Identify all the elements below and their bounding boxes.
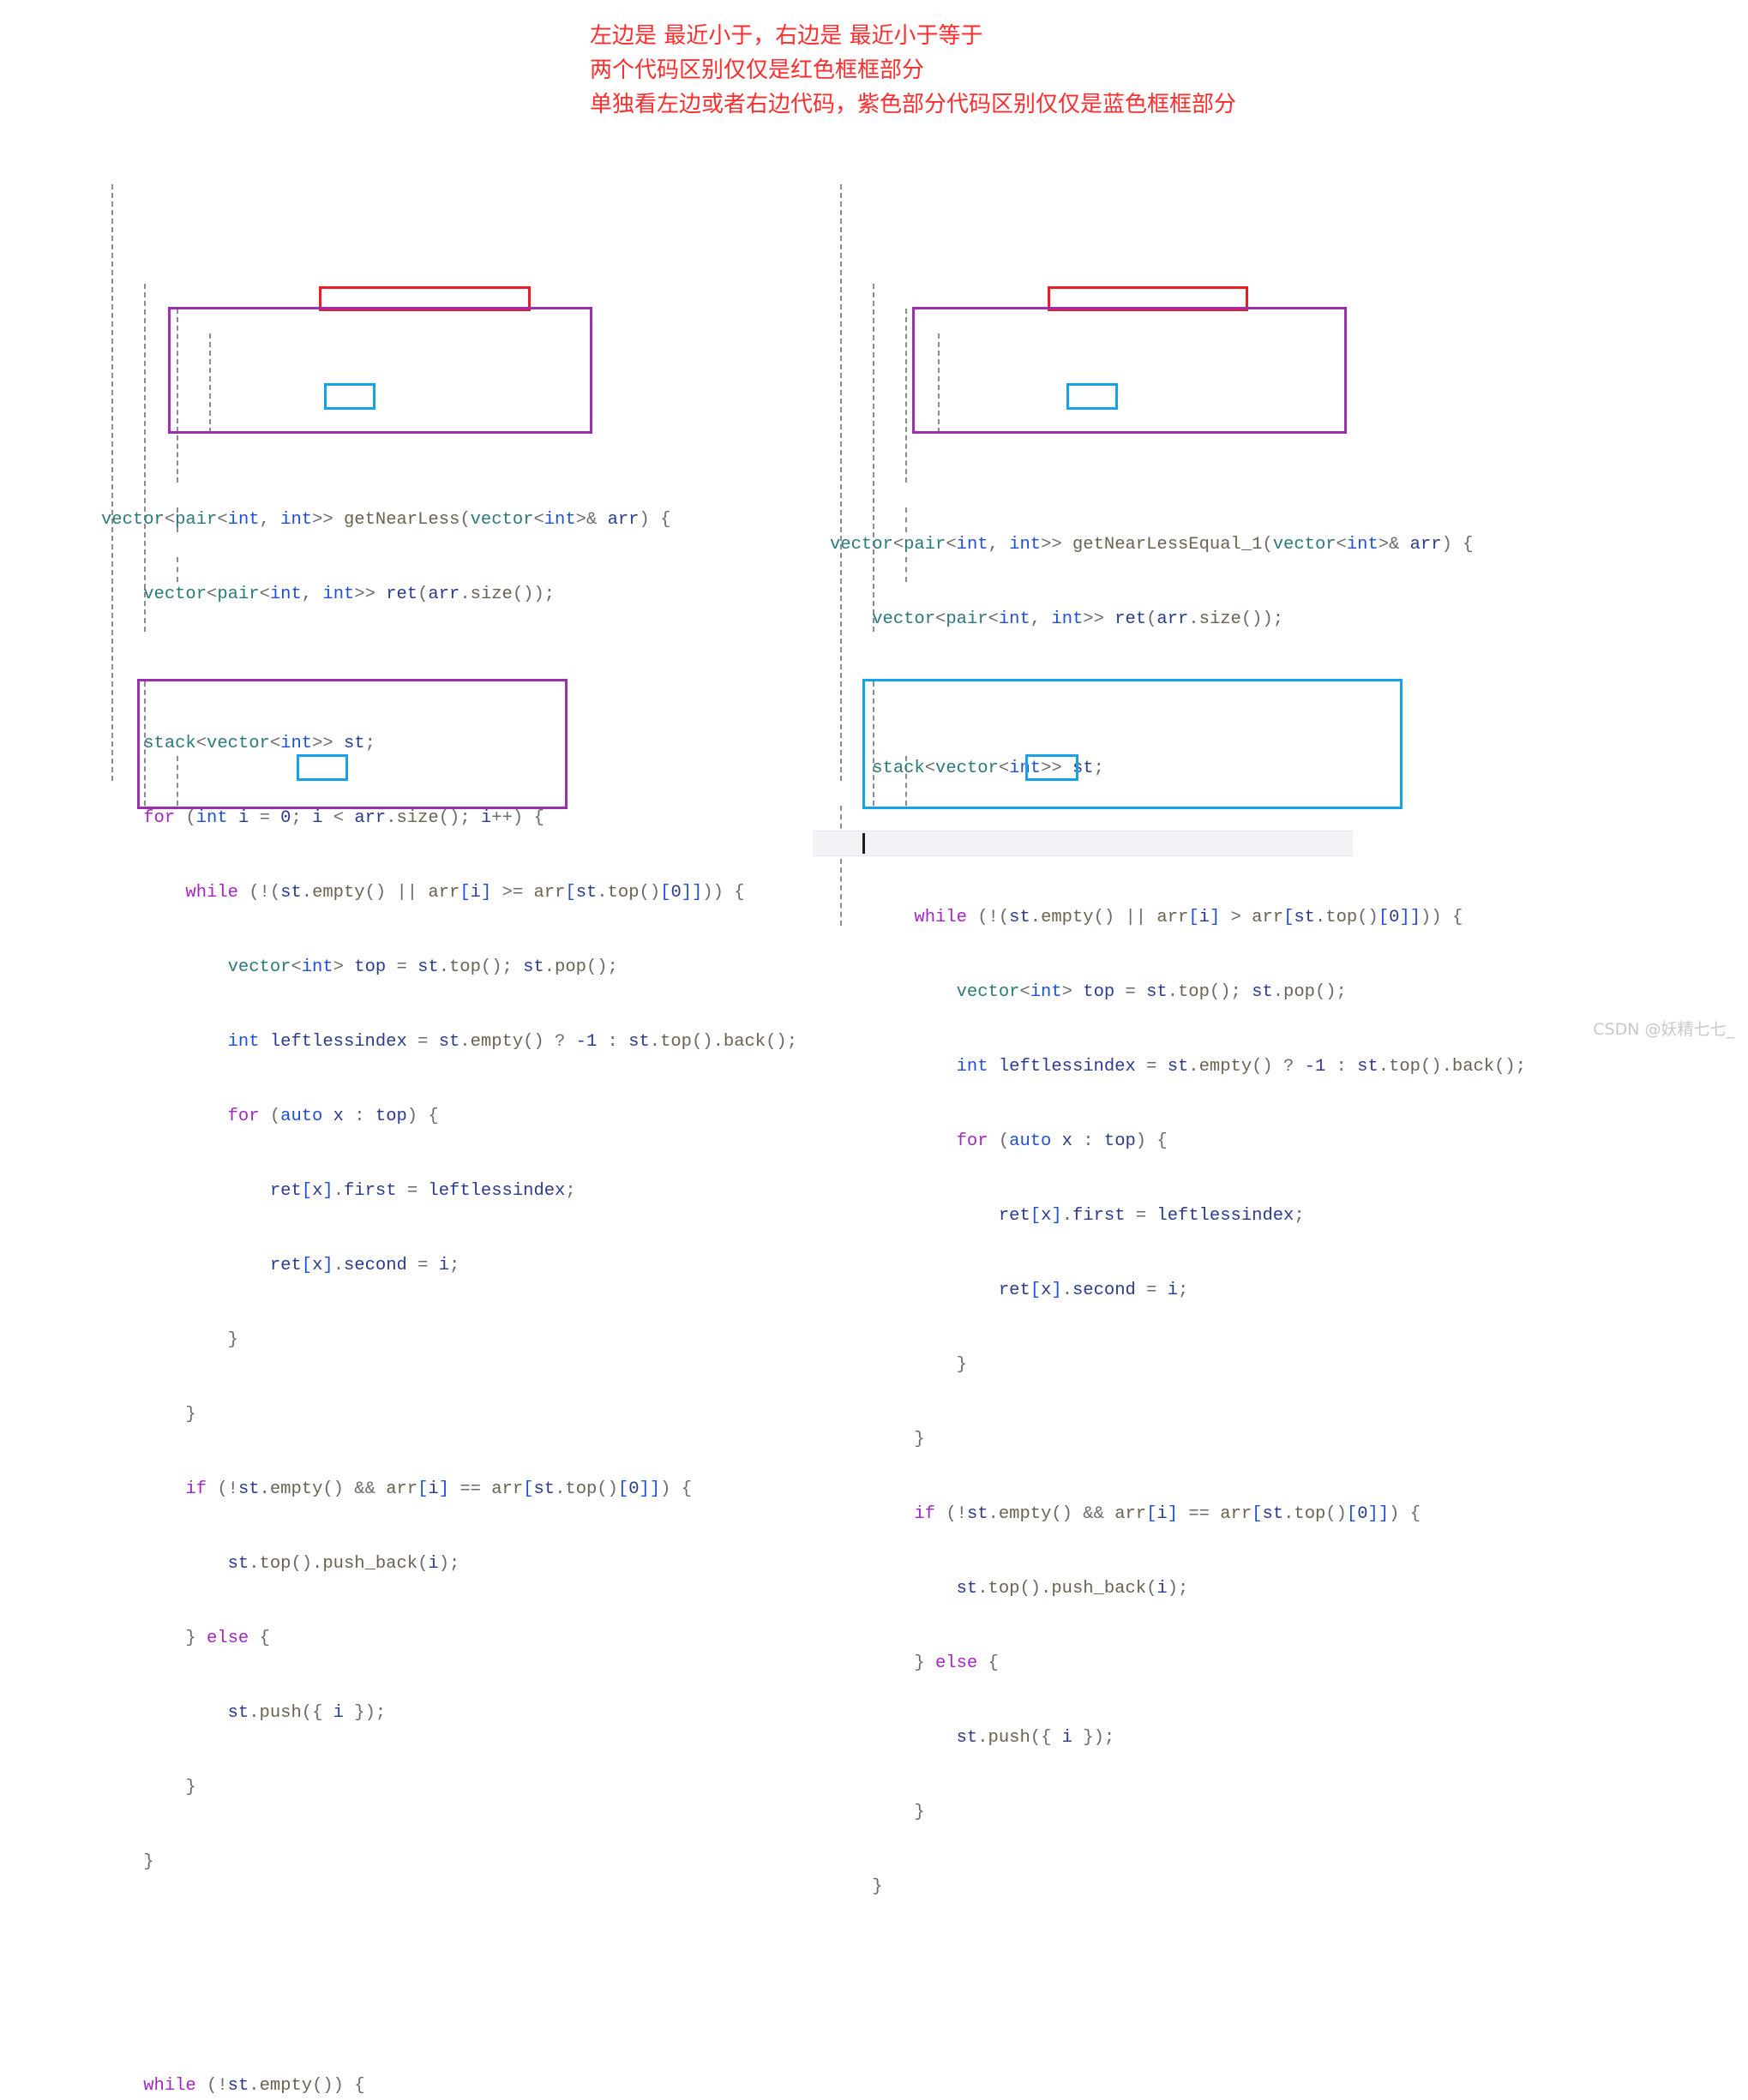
code-line: } <box>101 1852 154 1872</box>
note-line-3: 单独看左边或者右边代码，紫色部分代码区别仅仅是蓝色框框部分 <box>590 92 1237 117</box>
code-line: vector<pair<int, int>> ret(arr.size()); <box>143 585 556 604</box>
indent-guide <box>177 557 178 582</box>
indent-guide <box>177 756 178 806</box>
code-line: while (!(st.empty() || arr[i] >= arr[st.… <box>185 883 745 903</box>
code-line: st.top().push_back(i); <box>956 1579 1189 1599</box>
purple-highlight-box-loop <box>168 307 592 434</box>
code-line: vector<pair<int, int>> getNearLess(vecto… <box>101 510 671 530</box>
code-line: vector<int> top = st.top(); st.pop(); <box>227 957 618 977</box>
indent-guide <box>905 557 907 582</box>
code-line: for (auto x : top) { <box>227 1107 439 1126</box>
left-code-pane[interactable]: vector<pair<int, int>> getNearLess(vecto… <box>101 159 856 2100</box>
indent-guide <box>209 333 211 433</box>
code-line: } else { <box>830 1653 999 1673</box>
code-line: while (!(st.empty() || arr[i] > arr[st.t… <box>914 908 1463 927</box>
indent-guide <box>111 184 113 781</box>
code-line: int leftlessindex = st.empty() ? -1 : st… <box>956 1057 1527 1077</box>
code-line: } <box>101 1405 196 1425</box>
code-line: } else { <box>101 1629 270 1648</box>
text-cursor <box>862 833 865 854</box>
indent-guide <box>873 284 874 632</box>
code-line: } <box>830 1430 925 1449</box>
blue-highlight-box-assign-i <box>1066 383 1118 410</box>
indent-guide <box>144 284 146 632</box>
red-highlight-box-condition <box>319 286 531 311</box>
indent-guide <box>905 309 907 483</box>
annotation-notes: 左边是 最近小于，右边是 最近小于等于 两个代码区别仅仅是红色框框部分 单独看左… <box>590 19 1687 122</box>
code-line: vector<pair<int, int>> ret(arr.size()); <box>872 609 1284 629</box>
code-line: st.top().push_back(i); <box>227 1554 460 1574</box>
current-line-highlight <box>813 831 1353 856</box>
code-line: vector<int> top = st.top(); st.pop(); <box>956 982 1347 1002</box>
code-line: ret[x].first = leftlessindex; <box>269 1181 576 1201</box>
red-highlight-box-condition <box>1048 286 1248 311</box>
code-line: for (auto x : top) { <box>956 1131 1168 1151</box>
code-line: while (!st.empty()) { <box>143 2076 365 2096</box>
purple-highlight-box-loop <box>912 307 1347 434</box>
indent-guide <box>905 507 907 532</box>
code-line: if (!st.empty() && arr[i] == arr[st.top(… <box>185 1479 693 1499</box>
code-line: ret[x].second = i; <box>269 1256 460 1275</box>
code-line: ret[x].first = leftlessindex; <box>998 1206 1305 1226</box>
code-line: stack<vector<int>> st; <box>143 734 375 753</box>
blue-highlight-box-assign-i <box>324 383 375 410</box>
code-line: } <box>101 1778 196 1797</box>
code-line: st.push({ i }); <box>227 1703 387 1723</box>
code-line: if (!st.empty() && arr[i] == arr[st.top(… <box>914 1504 1421 1524</box>
code-line: } <box>830 1803 925 1822</box>
indent-guide <box>177 309 178 483</box>
code-line: while (!st.empty()) { <box>830 2098 1601 2100</box>
code-line: int leftlessindex = st.empty() ? -1 : st… <box>227 1032 798 1052</box>
code-line: stack<vector<int>> st; <box>872 759 1104 778</box>
code-line: for (int i = 0; i < arr.size(); i++) { <box>143 808 544 828</box>
code-line: ret[x].second = i; <box>998 1281 1189 1300</box>
code-line: vector<pair<int, int>> getNearLessEqual_… <box>830 535 1474 555</box>
right-code-pane[interactable]: vector<pair<int, int>> getNearLessEqual_… <box>813 159 1601 2100</box>
indent-guide <box>938 333 940 433</box>
note-line-2: 两个代码区别仅仅是红色框框部分 <box>590 57 925 83</box>
csdn-watermark: CSDN @妖精七七_ <box>1593 1020 1734 1039</box>
code-line: } <box>101 1330 238 1350</box>
code-line: st.push({ i }); <box>956 1728 1115 1748</box>
blue-highlight-box-assign-neg <box>297 754 348 781</box>
code-line: } <box>830 1355 967 1375</box>
note-line-1: 左边是 最近小于，右边是 最近小于等于 <box>590 23 983 49</box>
code-line: } <box>830 1877 883 1897</box>
